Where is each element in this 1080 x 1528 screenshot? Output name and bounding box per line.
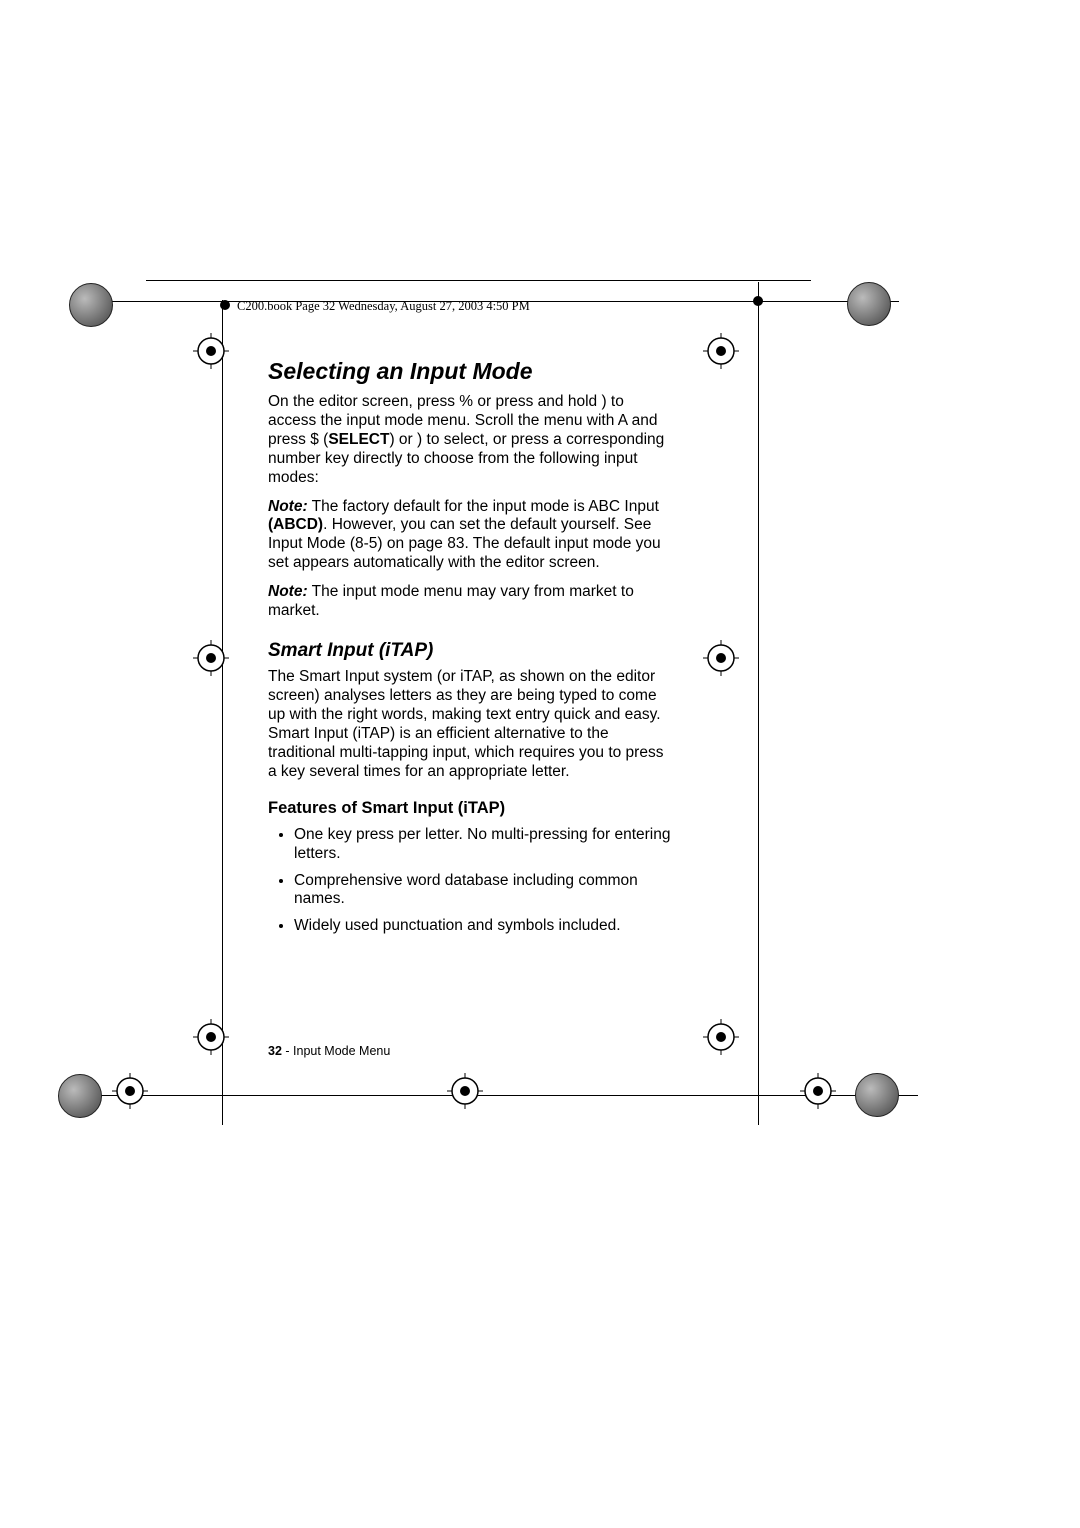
sp-a: The [268, 668, 299, 685]
p1-e: ( [319, 431, 328, 448]
sp-h: iTAP [358, 725, 390, 742]
features-title: Features of Smart Input (iTAP) [268, 798, 672, 818]
target-icon [447, 1073, 483, 1109]
page-number: 32 [268, 1044, 282, 1058]
target-icon [193, 1019, 229, 1055]
header-rule [146, 280, 811, 281]
note1-b: . However, you can set the default yours… [268, 516, 661, 571]
smart-p1: The Smart Input system (or iTAP, as show… [268, 668, 672, 781]
select-label: SELECT [328, 431, 389, 448]
feature-item: Comprehensive word database including co… [294, 872, 672, 910]
content-area: Selecting an Input Mode On the editor sc… [268, 357, 672, 944]
note1-glyph: (ABCD) [268, 516, 323, 533]
p1-a: On the editor screen, press [268, 393, 459, 410]
features-list: One key press per letter. No multi-press… [268, 826, 672, 937]
reg-mark-top-left-shaded [69, 283, 113, 327]
target-icon [800, 1073, 836, 1109]
key-a: A [618, 412, 627, 429]
smart-title: Smart Input (iTAP) [268, 639, 672, 662]
reg-mark-bottom-left-shaded [58, 1074, 102, 1118]
target-icon [112, 1073, 148, 1109]
cropmark-bottom-line [78, 1095, 918, 1096]
note2-a: The input mode menu may vary from market… [268, 583, 634, 619]
sp-b: Smart Input [299, 668, 379, 685]
note-2: Note: The input mode menu may vary from … [268, 583, 672, 621]
target-icon [703, 333, 739, 369]
target-icon [193, 333, 229, 369]
target-icon [193, 640, 229, 676]
note1-mode: ABC Input [588, 498, 659, 515]
key-percent: % [459, 393, 473, 410]
section-p1: On the editor screen, press % or press a… [268, 393, 672, 488]
feature-item: Widely used punctuation and symbols incl… [294, 917, 672, 936]
section-title: Selecting an Input Mode [268, 357, 672, 385]
sp-g: ( [348, 725, 357, 742]
header-text: C200.book Page 32 Wednesday, August 27, … [237, 299, 530, 314]
p1-b: or press and hold [473, 393, 601, 410]
header-dot-right [753, 296, 763, 306]
note2-label: Note: [268, 583, 308, 600]
note1-a: The factory default for the input mode i… [308, 498, 589, 515]
footer-sep: - [282, 1044, 293, 1058]
target-icon [703, 1019, 739, 1055]
p1-f: ) or [389, 431, 417, 448]
cropmark-left-line [222, 300, 223, 1125]
target-icon [703, 640, 739, 676]
sp-c: system (or [379, 668, 460, 685]
feature-item: One key press per letter. No multi-press… [294, 826, 672, 864]
reg-mark-top-right-shaded [847, 282, 891, 326]
cropmark-right-line [758, 282, 759, 1125]
footer: 32 - Input Mode Menu [268, 1044, 390, 1058]
footer-title: Input Mode Menu [293, 1044, 390, 1058]
header-dot-left [220, 300, 230, 310]
sp-d: iTAP [460, 668, 490, 685]
key-dollar: $ [310, 431, 319, 448]
reg-mark-bottom-right-shaded [855, 1073, 899, 1117]
note-1: Note: The factory default for the input … [268, 498, 672, 574]
note1-label: Note: [268, 498, 308, 515]
sp-f: Smart Input [268, 725, 348, 742]
